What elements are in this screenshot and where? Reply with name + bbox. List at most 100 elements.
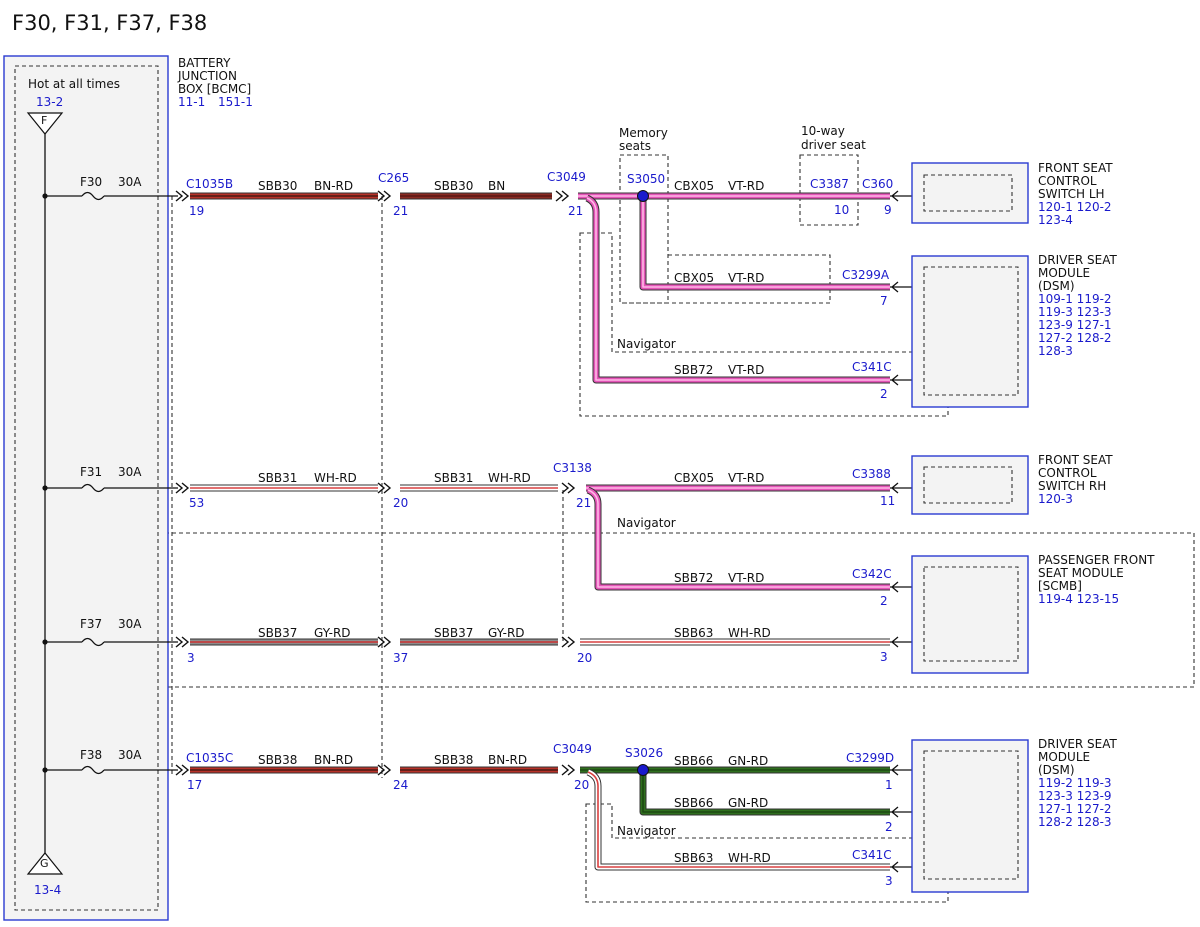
dsm-b-ref-3: 127-1 127-2 (1038, 802, 1112, 816)
pin-3-c342c: 3 (880, 650, 888, 664)
bjb-ref-2: 151-1 (218, 95, 253, 109)
wire-label-circuit: SBB38 (258, 753, 297, 767)
dsm-b-ref-4: 128-2 128-3 (1038, 815, 1112, 829)
wire-label-circuit: SBB63 (674, 851, 713, 865)
connector-c341c-b: C341C (852, 848, 892, 862)
wire-label-color: GY-RD (314, 626, 351, 640)
pin-7: 7 (880, 294, 888, 308)
pfsm-name-1: PASSENGER FRONT (1038, 553, 1155, 567)
dsm-b-name-3: (DSM) (1038, 763, 1075, 777)
hot-at-all-times-label: Hot at all times (28, 77, 120, 91)
wire-label-color: WH-RD (314, 471, 357, 485)
connector-c341c-a: C341C (852, 360, 892, 374)
dsm-b-name-1: DRIVER SEAT (1038, 737, 1118, 751)
wire-label-circuit: SBB72 (674, 363, 713, 377)
navigator-note-b: Navigator (617, 516, 676, 530)
pfsm-ref-1: 119-4 123-15 (1038, 592, 1119, 606)
fscs-rh-ref-1: 120-3 (1038, 492, 1073, 506)
wire-label-color: VT-RD (728, 363, 764, 377)
connector-c3299a: C3299A (842, 268, 890, 282)
dsm-a-name-1: DRIVER SEAT (1038, 253, 1118, 267)
fuse-f38-amps: 30A (118, 748, 142, 762)
connector-c1035c: C1035C (186, 751, 233, 765)
fscs-rh-name-3: SWITCH RH (1038, 479, 1106, 493)
diagram-title: F30, F31, F37, F38 (12, 11, 207, 35)
wire-label-circuit: SBB30 (258, 179, 297, 193)
wire-label-circuit: SBB31 (434, 471, 473, 485)
dsm-a-inner (923, 266, 1019, 396)
pin-10: 10 (834, 203, 849, 217)
bjb-ref-1: 11-1 (178, 95, 205, 109)
wire-label-circuit: SBB31 (258, 471, 297, 485)
splice-s3050: S3050 (627, 172, 665, 186)
pin-20-c3138: 20 (577, 651, 592, 665)
pin-24: 24 (393, 778, 408, 792)
wire-label-color: GN-RD (728, 754, 768, 768)
wire-label-color: WH-RD (728, 851, 771, 865)
pin-20-c3049: 20 (574, 778, 589, 792)
fuse-f30-amps: 30A (118, 175, 142, 189)
wire-label-circuit: SBB66 (674, 796, 713, 810)
dsm-a-ref-2: 119-3 123-3 (1038, 305, 1112, 319)
wire-label-color: VT-RD (728, 179, 764, 193)
fscs-rh-name-2: CONTROL (1038, 466, 1097, 480)
pin-20-c265: 20 (393, 496, 408, 510)
memory-seats-region-b (620, 254, 831, 304)
bus-return-letter: G (40, 857, 49, 870)
connector-c360: C360 (862, 177, 893, 191)
chevron-icon (377, 764, 392, 776)
wire-label-color: GN-RD (728, 796, 768, 810)
pin-3-c341c: 3 (885, 874, 893, 888)
dsm-a-ref-4: 127-2 128-2 (1038, 331, 1112, 345)
pin-21-c3049: 21 (568, 204, 583, 218)
connector-c342c: C342C (852, 567, 892, 581)
chevron-icon (555, 190, 570, 202)
wire-label-color: BN (488, 179, 505, 193)
dsm-b-name-2: MODULE (1038, 750, 1090, 764)
pin-2-c342c: 2 (880, 594, 888, 608)
pin-37: 37 (393, 651, 408, 665)
chevron-icon (561, 482, 576, 494)
pin-2-c3299d: 2 (885, 820, 893, 834)
dsm-a-ref-1: 109-1 119-2 (1038, 292, 1112, 306)
fscs-lh-ref-2: 123-4 (1038, 213, 1073, 227)
connector-c3387: C3387 (810, 177, 849, 191)
wire-label-color: WH-RD (488, 471, 531, 485)
wire-label-color: GY-RD (488, 626, 525, 640)
pin-3-c1035: 3 (187, 651, 195, 665)
splice-s3050-dot (637, 190, 649, 202)
chevron-icon (561, 764, 576, 776)
dsm-a-ref-3: 123-9 127-1 (1038, 318, 1112, 332)
pin-2-c341c: 2 (880, 387, 888, 401)
wire-label-circuit: CBX05 (674, 471, 714, 485)
wire-label-color: VT-RD (728, 271, 764, 285)
chevron-icon (377, 636, 392, 648)
connector-c3049-b: C3049 (553, 742, 592, 756)
dsm-a-name-3: (DSM) (1038, 279, 1075, 293)
bjb-name-line-3: BOX [BCMC] (178, 82, 251, 96)
fuse-f37-name: F37 (80, 617, 102, 631)
wire-label-circuit: SBB38 (434, 753, 473, 767)
connector-c1035b: C1035B (186, 177, 233, 191)
pin-11: 11 (880, 494, 895, 508)
fscs-lh-name-1: FRONT SEAT (1038, 161, 1113, 175)
pin-1: 1 (885, 778, 893, 792)
connector-c3049-a: C3049 (547, 170, 586, 184)
splice-s3026: S3026 (625, 746, 663, 760)
fscs-lh-inner (923, 174, 1013, 212)
wire-label-circuit: SBB63 (674, 626, 713, 640)
fuse-f38-name: F38 (80, 748, 102, 762)
pin-17: 17 (187, 778, 202, 792)
wire-label-color: VT-RD (728, 571, 764, 585)
chevron-icon (377, 190, 392, 202)
connector-c3138: C3138 (553, 461, 592, 475)
pin-9: 9 (884, 203, 892, 217)
wire-label-circuit: SBB37 (434, 626, 473, 640)
pin-21-c3138: 21 (576, 496, 591, 510)
chevron-icon (561, 636, 576, 648)
fscs-rh-inner (923, 466, 1013, 504)
wire-label-color: VT-RD (728, 471, 764, 485)
memory-seats-note-2: seats (619, 139, 651, 153)
dsm-a-ref-5: 128-3 (1038, 344, 1073, 358)
fuse-f31-name: F31 (80, 465, 102, 479)
